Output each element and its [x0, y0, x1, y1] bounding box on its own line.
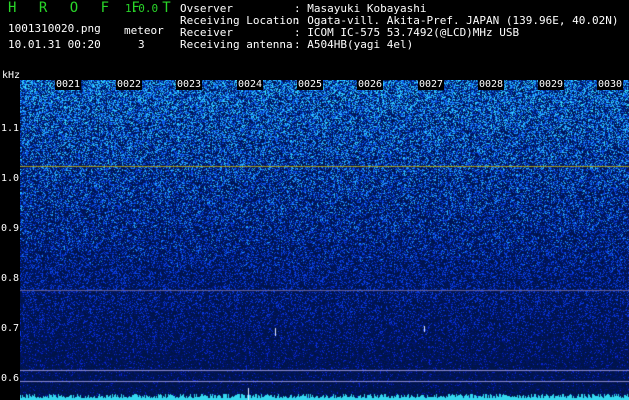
info-row-antenna: Receiving antenna: A504HB(yagi 4el) — [180, 38, 413, 51]
y-tick-label: 0.7 — [1, 323, 20, 334]
x-tick-label: 0027 — [418, 79, 445, 90]
info-key: Receiving antenna — [180, 38, 293, 51]
x-tick-label: 0028 — [478, 79, 505, 90]
x-tick-label: 0029 — [538, 79, 565, 90]
x-tick-label: 0021 — [55, 79, 82, 90]
y-tick-label: 0.8 — [1, 273, 20, 284]
x-tick-label: 0024 — [237, 79, 264, 90]
y-tick-label: 1.1 — [1, 123, 20, 134]
x-tick-label: 0025 — [297, 79, 324, 90]
y-tick-label: 0.9 — [1, 223, 20, 234]
y-tick-label: 0.6 — [1, 373, 20, 384]
header-panel: H R O F F T 1.0.0 1001310020.png meteor … — [0, 0, 629, 81]
x-tick-label: 0026 — [357, 79, 384, 90]
file-datetime: 10.01.31 00:20 — [8, 38, 101, 51]
info-value: : A504HB(yagi 4el) — [294, 38, 414, 51]
x-tick-label: 0023 — [176, 79, 203, 90]
x-tick-label: 0022 — [116, 79, 143, 90]
x-tick-label: 0030 — [597, 79, 624, 90]
meteor-label: meteor — [124, 24, 164, 37]
y-axis-unit: kHz — [2, 70, 21, 81]
spectrogram-canvas — [20, 80, 629, 400]
file-name: 1001310020.png — [8, 22, 101, 35]
app-version: 1.0.0 — [125, 2, 159, 15]
meteor-count: 3 — [138, 38, 145, 51]
y-tick-label: 1.0 — [1, 173, 20, 184]
